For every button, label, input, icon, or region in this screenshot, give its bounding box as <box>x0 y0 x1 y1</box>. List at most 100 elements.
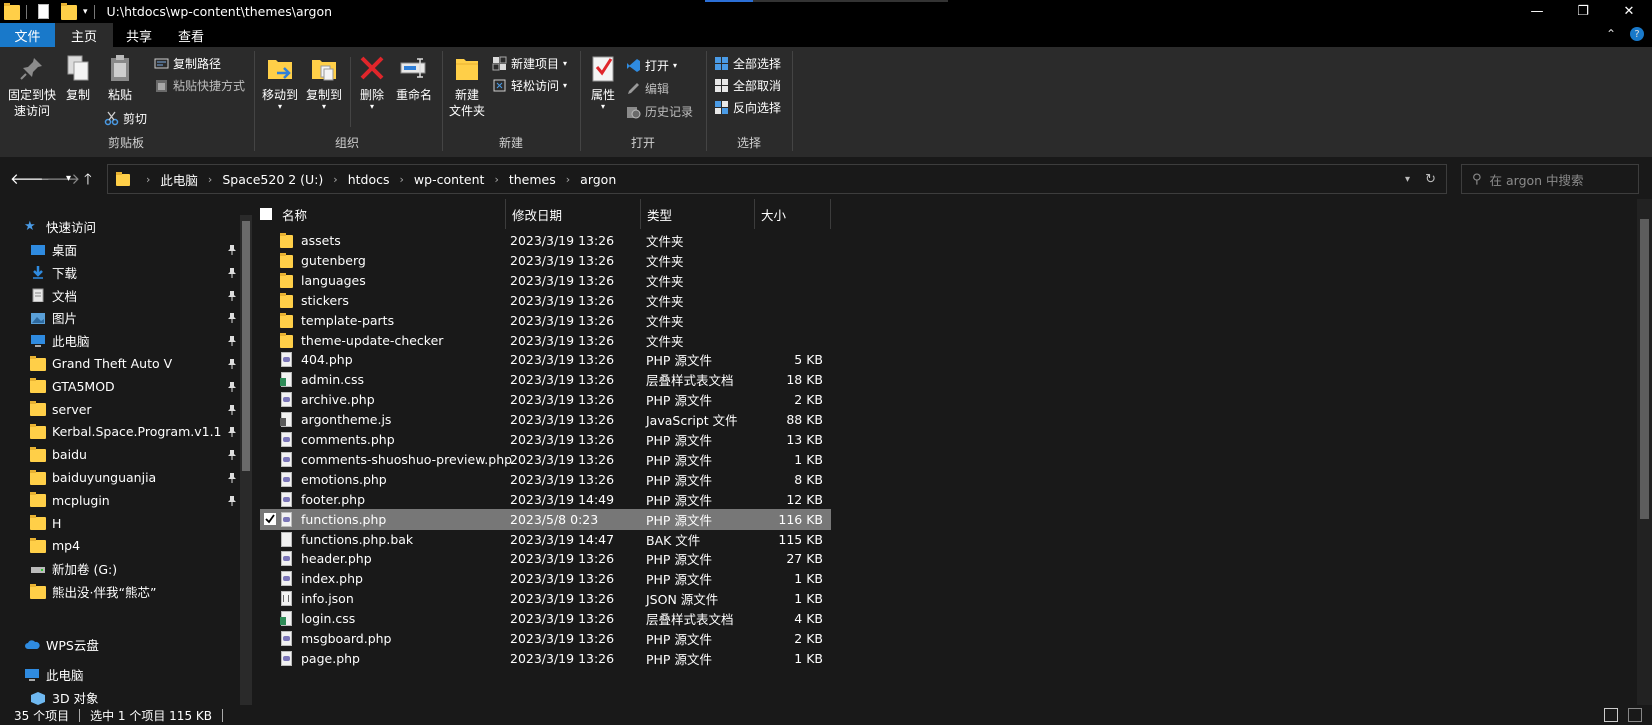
file-name[interactable]: theme-update-checker <box>301 333 443 348</box>
close-button[interactable]: ✕ <box>1606 0 1652 23</box>
row-checkbox[interactable] <box>264 512 276 525</box>
file-row[interactable]: msgboard.php 2023/3/19 13:26 PHP 源文件 2 KB <box>260 628 831 649</box>
column-name[interactable]: 名称 ⌃ <box>276 199 506 229</box>
delete-button[interactable]: 删除 ▾ <box>356 53 388 111</box>
forward-arrow-icon[interactable]: 🡒 <box>40 169 80 188</box>
breadcrumb-this-pc[interactable]: 此电脑 <box>160 170 198 189</box>
select-none-button[interactable]: 全部取消 <box>714 75 781 95</box>
new-folder-quick-icon[interactable] <box>61 2 77 20</box>
copy-path-button[interactable]: 复制路径 <box>154 53 221 73</box>
file-name[interactable]: functions.php.bak <box>301 532 413 547</box>
maximize-button[interactable]: ❐ <box>1560 0 1606 23</box>
quick-access-dropdown-icon[interactable]: ▾ <box>83 7 88 17</box>
easy-access-button[interactable]: 轻松访问 ▾ <box>492 75 567 95</box>
file-name[interactable]: info.json <box>301 591 354 606</box>
minimize-button[interactable]: — <box>1514 0 1560 23</box>
file-name[interactable]: 404.php <box>301 352 353 367</box>
file-name[interactable]: stickers <box>301 293 349 308</box>
invert-selection-button[interactable]: 反向选择 <box>714 97 781 117</box>
nav-item-1[interactable]: 下载 <box>30 261 236 284</box>
file-name[interactable]: emotions.php <box>301 472 387 487</box>
large-icons-view-icon[interactable] <box>1628 708 1642 722</box>
nav-wps-cloud[interactable]: WPS云盘 <box>24 633 256 656</box>
file-name[interactable]: footer.php <box>301 492 365 507</box>
file-row[interactable]: assets 2023/3/19 13:26 文件夹 <box>260 230 831 251</box>
file-row[interactable]: login.css 2023/3/19 13:26 层叠样式表文档 4 KB <box>260 608 831 629</box>
pin-quick-access-button[interactable]: 固定到快 速访问 <box>6 53 58 119</box>
file-name[interactable]: msgboard.php <box>301 631 392 646</box>
nav-item-13[interactable]: mp4 <box>30 534 230 557</box>
tab-share[interactable]: 共享 <box>113 23 165 47</box>
search-box[interactable]: ⚲ 在 argon 中搜索 <box>1461 164 1639 194</box>
nav-item-6[interactable]: GTA5MOD <box>30 375 236 398</box>
open-button[interactable]: 打开 ▾ <box>626 55 677 75</box>
file-name[interactable]: assets <box>301 233 341 248</box>
file-row[interactable]: template-parts 2023/3/19 13:26 文件夹 <box>260 310 831 331</box>
file-name[interactable]: template-parts <box>301 313 394 328</box>
file-row[interactable]: argontheme.js 2023/3/19 13:26 JavaScript 文… <box>260 409 831 430</box>
collapse-ribbon-icon[interactable]: ⌃ <box>1606 27 1616 41</box>
file-row[interactable]: info.json 2023/3/19 13:26 JSON 源文件 1 KB <box>260 588 831 609</box>
file-row[interactable]: page.php 2023/3/19 13:26 PHP 源文件 1 KB <box>260 648 831 669</box>
file-name[interactable]: admin.css <box>301 372 364 387</box>
breadcrumb-wp-content[interactable]: wp-content <box>414 172 485 187</box>
file-row[interactable]: emotions.php 2023/3/19 13:26 PHP 源文件 8 KB <box>260 469 831 490</box>
file-row[interactable]: comments-shuoshuo-preview.php 2023/3/19 1… <box>260 449 831 470</box>
file-row[interactable]: gutenberg 2023/3/19 13:26 文件夹 <box>260 250 831 271</box>
nav-quick-access[interactable]: ★ 快速访问 <box>24 215 256 238</box>
file-name[interactable]: languages <box>301 273 366 288</box>
new-item-button[interactable]: 新建项目 ▾ <box>492 53 567 73</box>
up-arrow-icon[interactable]: 🡑 <box>84 169 92 194</box>
history-button[interactable]: 历史记录 <box>626 101 693 121</box>
nav-scrollbar[interactable] <box>240 215 252 705</box>
copy-button[interactable]: 复制 <box>62 53 94 103</box>
nav-item-14[interactable]: 新加卷 (G:) <box>30 557 230 580</box>
file-name[interactable]: login.css <box>301 611 355 626</box>
file-row[interactable]: functions.php.bak 2023/3/19 14:47 BAK 文件 11… <box>260 529 831 550</box>
file-name[interactable]: archive.php <box>301 392 375 407</box>
move-to-button[interactable]: 移动到 ▾ <box>260 53 300 111</box>
nav-item-12[interactable]: H <box>30 512 230 535</box>
nav-item-5[interactable]: Grand Theft Auto V <box>30 352 236 375</box>
edit-button[interactable]: 编辑 <box>626 78 669 98</box>
breadcrumb-htdocs[interactable]: htdocs <box>348 172 390 187</box>
column-size[interactable]: 大小 <box>755 199 831 229</box>
select-all-checkbox[interactable] <box>260 208 272 220</box>
file-row[interactable]: theme-update-checker 2023/3/19 13:26 文件夹 <box>260 330 831 351</box>
nav-scroll-thumb[interactable] <box>242 221 250 471</box>
file-row[interactable]: header.php 2023/3/19 13:26 PHP 源文件 27 KB <box>260 548 831 569</box>
nav-item-15[interactable]: 熊出没·伴我“熊芯” <box>30 580 230 603</box>
rename-button[interactable]: 重命名 <box>392 53 436 103</box>
paste-shortcut-button[interactable]: 粘贴快捷方式 <box>154 75 245 95</box>
nav-item-10[interactable]: baiduyunguanjia <box>30 466 236 489</box>
paste-button[interactable]: 粘贴 <box>104 53 136 103</box>
file-name[interactable]: functions.php <box>301 512 386 527</box>
file-row[interactable]: archive.php 2023/3/19 13:26 PHP 源文件 2 KB <box>260 389 831 410</box>
breadcrumb-themes[interactable]: themes <box>509 172 556 187</box>
nav-item-0[interactable]: 桌面 <box>30 238 236 261</box>
tab-view[interactable]: 查看 <box>165 23 217 47</box>
column-type[interactable]: 类型 <box>641 199 755 229</box>
address-history-chevron-icon[interactable]: ▾ <box>1405 174 1410 185</box>
cut-button[interactable]: 剪切 <box>104 108 147 128</box>
file-list-scrollbar[interactable] <box>1637 199 1652 705</box>
nav-this-pc[interactable]: 此电脑 <box>24 663 256 686</box>
select-all-button[interactable]: 全部选择 <box>714 53 781 73</box>
file-row[interactable]: admin.css 2023/3/19 13:26 层叠样式表文档 18 KB <box>260 369 831 390</box>
file-name[interactable]: header.php <box>301 551 372 566</box>
breadcrumb-argon[interactable]: argon <box>580 172 616 187</box>
file-row[interactable]: languages 2023/3/19 13:26 文件夹 <box>260 270 831 291</box>
nav-item-9[interactable]: baidu <box>30 443 236 466</box>
file-name[interactable]: argontheme.js <box>301 412 391 427</box>
nav-item-8[interactable]: Kerbal.Space.Program.v1.12.3 <box>30 420 236 443</box>
new-folder-button[interactable]: 新建 文件夹 <box>446 53 488 119</box>
nav-item-2[interactable]: 文档 <box>30 284 236 307</box>
details-view-icon[interactable] <box>1604 708 1618 722</box>
breadcrumb-drive[interactable]: Space520 2 (U:) <box>222 172 323 187</box>
file-row[interactable]: stickers 2023/3/19 13:26 文件夹 <box>260 290 831 311</box>
file-row[interactable]: footer.php 2023/3/19 14:49 PHP 源文件 12 KB <box>260 489 831 510</box>
file-row[interactable]: functions.php 2023/5/8 0:23 PHP 源文件 116 KB <box>260 508 831 530</box>
file-list-scroll-thumb[interactable] <box>1640 219 1649 519</box>
nav-item-3[interactable]: 图片 <box>30 306 236 329</box>
help-icon[interactable]: ? <box>1630 27 1644 41</box>
